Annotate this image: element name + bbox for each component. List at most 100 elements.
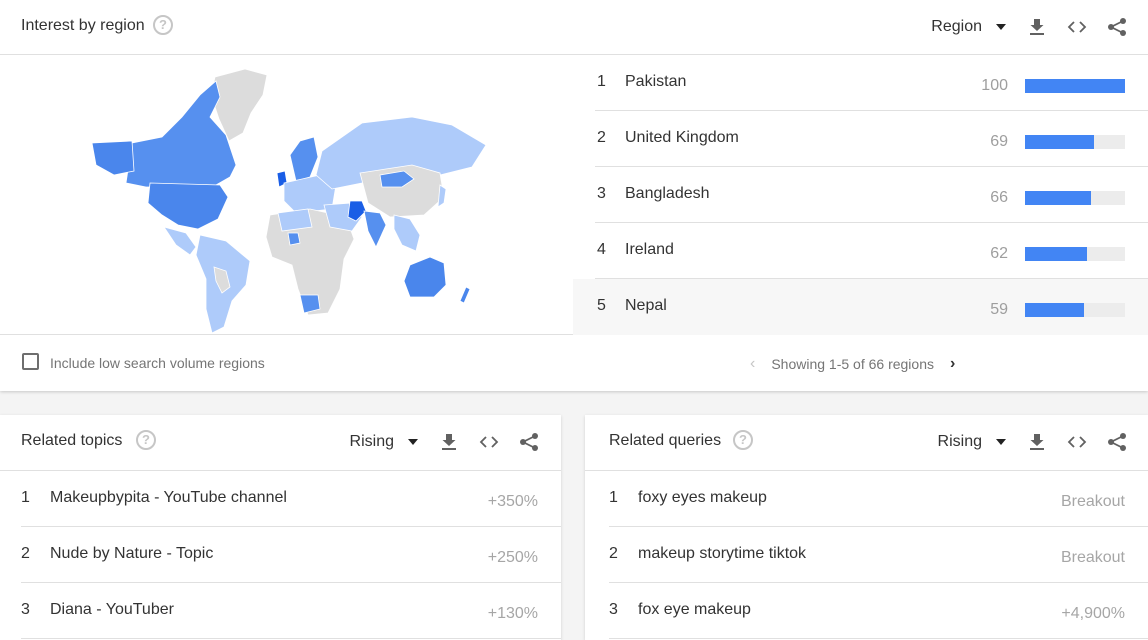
region-row[interactable]: 5 Nepal 59 <box>573 279 1148 335</box>
low-volume-checkbox-label[interactable]: Include low search volume regions <box>50 355 265 371</box>
query-rank: 1 <box>609 489 618 506</box>
low-volume-checkbox[interactable] <box>22 353 39 370</box>
topics-card-header: Related topics ? Rising <box>0 415 561 471</box>
share-icon[interactable] <box>1106 431 1128 453</box>
embed-icon[interactable] <box>1066 16 1088 38</box>
region-bar-track <box>1025 303 1125 317</box>
map-region-pakistan <box>347 200 367 222</box>
region-name[interactable]: Bangladesh <box>625 185 710 203</box>
world-map-svg[interactable] <box>0 55 573 335</box>
region-row[interactable]: 3 Bangladesh 66 <box>573 167 1148 223</box>
world-map[interactable] <box>0 55 573 335</box>
region-bar-track <box>1025 191 1125 205</box>
map-region-alaska <box>91 140 135 176</box>
region-name[interactable]: United Kingdom <box>625 129 739 147</box>
topic-rank: 3 <box>21 601 30 618</box>
download-icon[interactable] <box>1026 16 1048 38</box>
query-name[interactable]: fox eye makeup <box>638 601 751 619</box>
region-rank: 1 <box>597 73 606 90</box>
region-row[interactable]: 2 United Kingdom 69 <box>573 111 1148 167</box>
embed-icon[interactable] <box>1066 431 1088 453</box>
queries-card-title: Related queries <box>609 432 722 449</box>
interest-by-region-card: Interest by region ? Region 1 Pakistan 1… <box>0 0 1148 391</box>
region-rank: 3 <box>597 185 606 202</box>
region-name[interactable]: Pakistan <box>625 73 686 91</box>
region-name[interactable]: Ireland <box>625 241 674 259</box>
query-name[interactable]: foxy eyes makeup <box>638 489 767 507</box>
query-rank: 3 <box>609 601 618 618</box>
region-bar-track <box>1025 247 1125 261</box>
map-region-new-zealand <box>459 286 471 304</box>
region-row[interactable]: 1 Pakistan 100 <box>573 55 1148 111</box>
chevron-down-icon[interactable] <box>408 439 418 445</box>
region-bar-fill <box>1025 191 1091 205</box>
map-region-usa <box>147 182 229 230</box>
query-value: Breakout <box>1060 549 1125 566</box>
topic-value: +130% <box>487 605 538 622</box>
map-region-india <box>363 210 387 248</box>
query-rank: 2 <box>609 545 618 562</box>
query-row[interactable]: 2 makeup storytime tiktok Breakout <box>609 527 1148 583</box>
map-region-north-africa <box>277 208 313 232</box>
region-bar-track <box>1025 135 1125 149</box>
topics-card-title: Related topics <box>21 432 123 449</box>
region-rank: 4 <box>597 241 606 258</box>
topic-row[interactable]: 3 Diana - YouTuber +130% <box>21 583 561 639</box>
topic-rank: 1 <box>21 489 30 506</box>
query-name[interactable]: makeup storytime tiktok <box>638 545 806 563</box>
region-rank: 2 <box>597 129 606 146</box>
topic-row[interactable]: 2 Nude by Nature - Topic +250% <box>21 527 561 583</box>
download-icon[interactable] <box>438 431 460 453</box>
region-bar-fill <box>1025 79 1125 93</box>
chevron-right-icon[interactable]: › <box>950 355 955 373</box>
region-value: 69 <box>990 133 1008 150</box>
map-region-canada <box>125 80 237 188</box>
region-pager: ‹ Showing 1-5 of 66 regions › <box>750 355 955 373</box>
region-value: 100 <box>981 77 1008 94</box>
region-bar-track <box>1025 79 1125 93</box>
query-value: +4,900% <box>1061 605 1125 622</box>
topic-rank: 2 <box>21 545 30 562</box>
help-icon[interactable]: ? <box>136 430 156 450</box>
topic-name[interactable]: Makeupbypita - YouTube channel <box>50 489 287 507</box>
map-region-southeast-asia <box>393 214 421 252</box>
region-name[interactable]: Nepal <box>625 297 667 315</box>
region-bar-fill <box>1025 303 1084 317</box>
related-topics-card: Related topics ? Rising 1 Makeupbypita -… <box>0 415 561 640</box>
pager-text: Showing 1-5 of 66 regions <box>771 356 934 372</box>
share-icon[interactable] <box>518 431 540 453</box>
related-queries-card: Related queries ? Rising 1 foxy eyes mak… <box>585 415 1148 640</box>
region-card-header: Interest by region ? Region <box>0 0 1148 55</box>
embed-icon[interactable] <box>478 431 500 453</box>
region-ranking-list: 1 Pakistan 100 2 United Kingdom 69 3 Ban… <box>573 55 1148 335</box>
queries-card-toolbar: Rising <box>938 415 1128 469</box>
region-card-toolbar: Region <box>931 0 1128 54</box>
topics-selector-label[interactable]: Rising <box>350 433 394 451</box>
region-rank: 5 <box>597 297 606 314</box>
region-value: 59 <box>990 301 1008 318</box>
topic-row[interactable]: 1 Makeupbypita - YouTube channel +350% <box>21 471 561 527</box>
topic-name[interactable]: Nude by Nature - Topic <box>50 545 213 563</box>
region-card-title: Interest by region <box>21 17 145 34</box>
query-row[interactable]: 3 fox eye makeup +4,900% <box>609 583 1148 639</box>
download-icon[interactable] <box>1026 431 1048 453</box>
help-icon[interactable]: ? <box>153 15 173 35</box>
map-region-scandinavia <box>289 136 319 182</box>
chevron-down-icon[interactable] <box>996 439 1006 445</box>
chevron-down-icon[interactable] <box>996 24 1006 30</box>
chevron-left-icon[interactable]: ‹ <box>750 355 755 373</box>
region-value: 62 <box>990 245 1008 262</box>
share-icon[interactable] <box>1106 16 1128 38</box>
queries-selector-label[interactable]: Rising <box>938 433 982 451</box>
help-icon[interactable]: ? <box>733 430 753 450</box>
region-value: 66 <box>990 189 1008 206</box>
region-bar-fill <box>1025 247 1087 261</box>
topics-card-toolbar: Rising <box>350 415 540 469</box>
queries-card-header: Related queries ? Rising <box>585 415 1148 471</box>
topic-value: +350% <box>487 493 538 510</box>
query-row[interactable]: 1 foxy eyes makeup Breakout <box>609 471 1148 527</box>
region-row[interactable]: 4 Ireland 62 <box>573 223 1148 279</box>
map-region-australia <box>403 256 447 298</box>
region-selector-label[interactable]: Region <box>931 18 982 36</box>
topic-name[interactable]: Diana - YouTuber <box>50 601 174 619</box>
